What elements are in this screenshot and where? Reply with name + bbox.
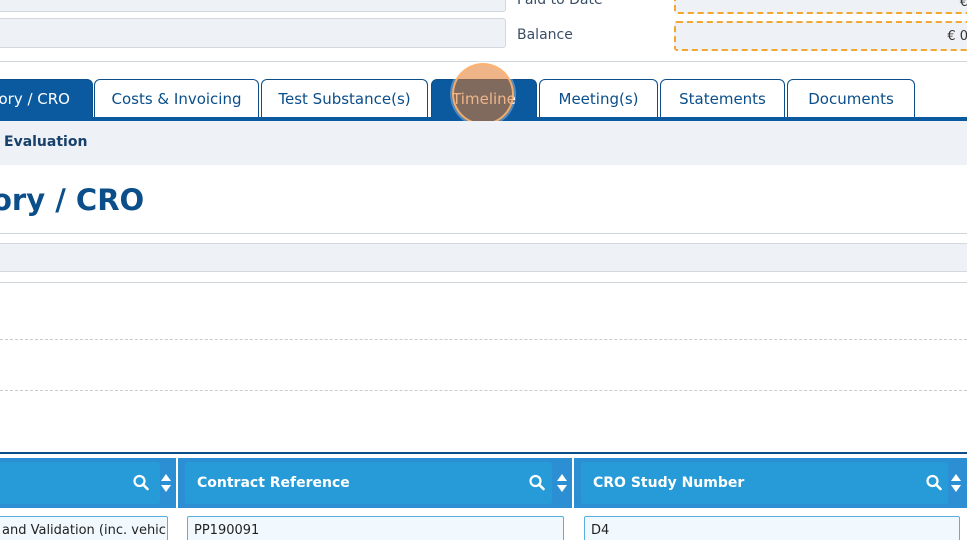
top-divider [0,61,967,62]
paid-to-date-field: € [674,0,967,14]
tab-laboratory-cro[interactable]: tory / CRO [0,79,93,118]
column-separator [572,458,574,540]
sort-icon[interactable] [160,472,172,494]
tab-costs-invoicing[interactable]: Costs & Invoicing [94,79,259,118]
tab-test-substances[interactable]: Test Substance(s) [261,79,428,118]
balance-label: Balance [517,27,573,43]
grid-top-border [0,452,967,454]
tab-meetings[interactable]: Meeting(s) [539,79,658,118]
top-input-1[interactable] [0,0,506,12]
tab-timeline[interactable]: Timeline [431,79,537,118]
grid-cell-cro-study-number[interactable]: D4 [584,516,960,540]
search-icon[interactable] [529,473,545,493]
sort-icon[interactable] [556,472,568,494]
grid-header-cell-contract-reference: Contract Reference [185,462,552,504]
search-icon[interactable] [926,473,942,493]
top-input-2[interactable] [0,18,506,48]
column-separator [176,458,178,540]
grid-cell-contract-reference[interactable]: PP190091 [187,516,564,540]
row-separator-2 [0,390,967,391]
filter-strip [0,243,967,272]
tab-documents[interactable]: Documents [787,79,915,118]
section-divider [0,233,967,234]
paid-to-date-label: Paid to Date [517,0,603,8]
sort-icon[interactable] [950,472,962,494]
tab-strip: tory / CRO Costs & Invoicing Test Substa… [0,78,967,118]
strip-divider [0,282,967,283]
grid-cell-study-title[interactable]: and Validation (inc. vehicl [0,516,168,540]
subnav-bar [0,121,967,165]
row-separator-1 [0,339,967,340]
grid-header-cell-cro-study-number: CRO Study Number [581,462,948,504]
tab-statements[interactable]: Statements [660,79,785,118]
subnav-item-evaluation[interactable]: Evaluation [4,134,87,150]
section-title: ory / CRO [0,183,145,217]
balance-field: € 0 [674,21,967,51]
search-icon[interactable] [133,473,149,493]
